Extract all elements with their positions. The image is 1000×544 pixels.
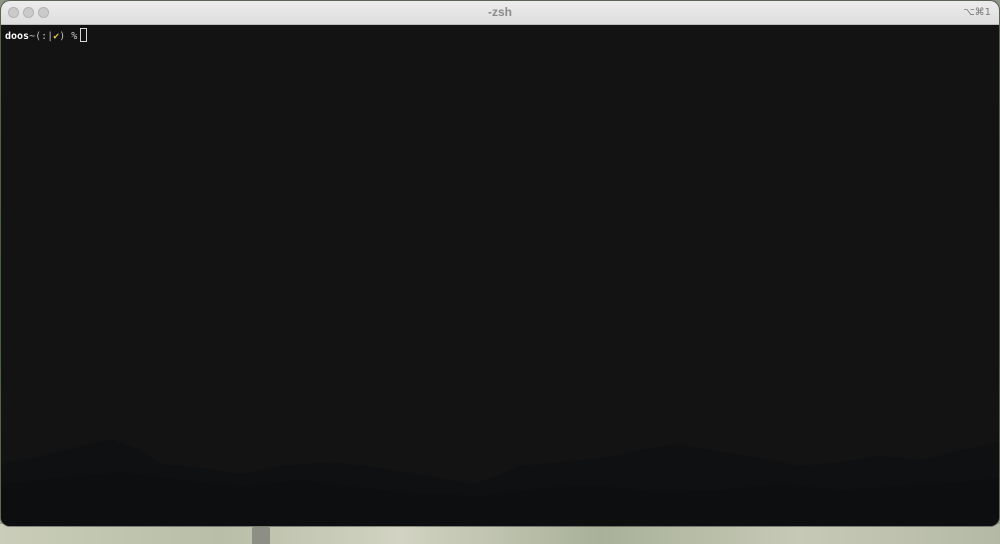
window-title: -zsh bbox=[488, 5, 512, 19]
prompt-git-open: (: bbox=[35, 31, 48, 42]
desktop-wallpaper-detail bbox=[252, 527, 270, 544]
text-cursor[interactable] bbox=[80, 28, 88, 42]
window-shortcut: ⌥⌘1 bbox=[963, 7, 991, 18]
prompt-symbol: % bbox=[65, 31, 78, 42]
desktop-wallpaper-strip bbox=[0, 524, 1000, 544]
terminal-content[interactable]: doos~(:|✔) % bbox=[1, 25, 999, 526]
prompt-line: doos~(:|✔) % bbox=[5, 28, 88, 42]
terminal-window: -zsh ⌥⌘1 doos~(:|✔) % bbox=[1, 1, 999, 526]
background-mountains bbox=[1, 439, 999, 526]
prompt-user: doos bbox=[5, 31, 30, 42]
title-bar[interactable]: -zsh ⌥⌘1 bbox=[1, 1, 999, 25]
